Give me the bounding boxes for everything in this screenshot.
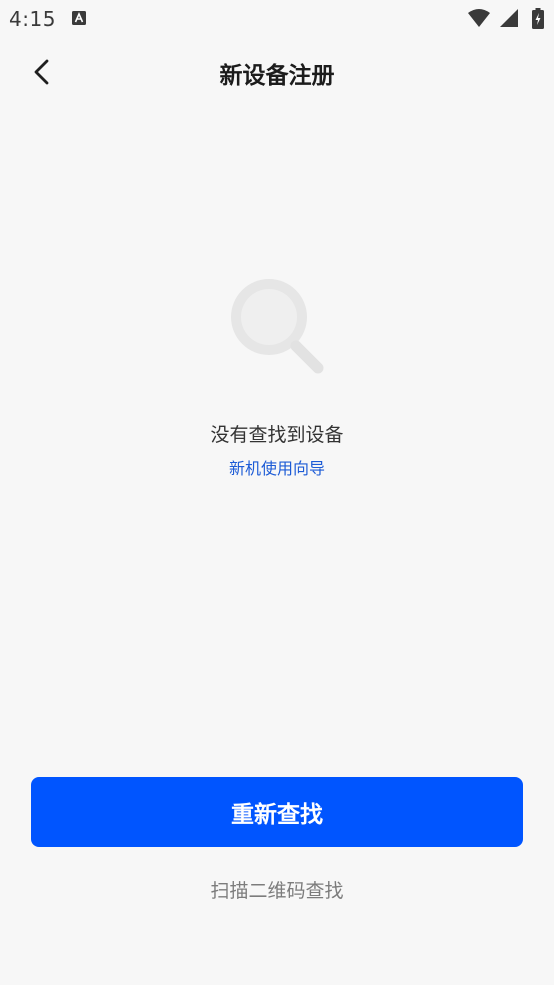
status-bar: 4:15 [0, 0, 554, 40]
new-device-guide-link[interactable]: 新机使用向导 [0, 455, 554, 479]
page-title: 新设备注册 [219, 63, 335, 89]
retry-search-button[interactable]: 重新查找 [31, 777, 523, 847]
scan-qr-code-link[interactable]: 扫描二维码查找 [0, 876, 554, 903]
a-notification-icon [72, 11, 86, 25]
empty-message: 没有查找到设备 [210, 424, 344, 446]
wifi-icon [468, 9, 490, 27]
status-icons [454, 8, 544, 30]
status-time: 4:15 [9, 7, 56, 31]
magnifier-icon [231, 279, 324, 374]
app-header: 新设备注册 [0, 42, 554, 102]
battery-icon [532, 8, 544, 29]
signal-icon [500, 9, 518, 27]
